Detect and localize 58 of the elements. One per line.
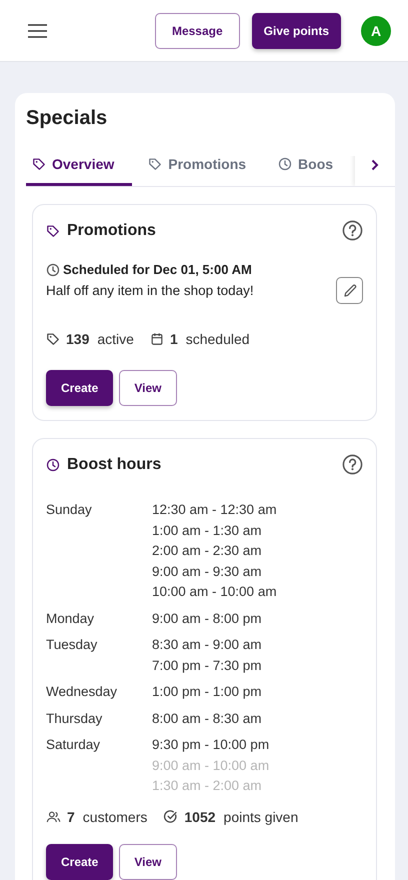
time-range: 1:30 am - 2:00 am <box>152 777 263 795</box>
message-button[interactable]: Message <box>154 12 240 48</box>
time-range: 9:00 am - 8:00 pm <box>152 610 263 628</box>
time-range: 9:30 pm - 10:00 pm <box>152 736 270 754</box>
time-range: 10:00 am - 10:00 am <box>152 583 278 601</box>
view-button[interactable]: View <box>119 844 176 880</box>
stat-count: 1 <box>170 331 178 347</box>
day-label: Sunday <box>46 501 93 519</box>
stat-count: 7 <box>67 808 75 824</box>
menu-icon[interactable] <box>28 24 47 38</box>
avatar[interactable]: A <box>361 16 391 46</box>
stat-count: 1052 <box>184 808 216 824</box>
time-range: 1:00 am - 1:30 am <box>152 522 263 540</box>
time-range: 2:00 am - 2:30 am <box>152 542 263 560</box>
promotion-message: Half off any item in the shop today! <box>46 283 254 298</box>
pencil-icon <box>342 284 356 298</box>
help-icon[interactable] <box>342 220 363 241</box>
page-title: Specials <box>26 107 108 130</box>
stat-label: customers <box>82 808 148 824</box>
check-circle-icon <box>163 809 178 824</box>
tag-icon <box>46 224 60 238</box>
day-label: Thursday <box>46 710 104 728</box>
time-range: 7:00 pm - 7:30 pm <box>152 656 263 675</box>
tag-icon <box>32 157 46 171</box>
calendar-icon <box>150 332 164 346</box>
stat-label: points given <box>224 808 298 824</box>
view-button[interactable]: View <box>119 370 176 406</box>
time-range: 8:30 am - 9:00 am <box>152 636 263 654</box>
time-range: 9:00 am - 9:30 am <box>152 562 263 580</box>
tag-icon <box>46 332 60 346</box>
tab[interactable]: Overview <box>26 156 132 186</box>
give-points-button[interactable]: Give points <box>252 12 341 48</box>
schedule-text: Scheduled for Dec 01, 5:00 AM <box>63 262 252 277</box>
tab[interactable]: Promotions <box>132 156 262 186</box>
create-button[interactable]: Create <box>46 844 114 880</box>
people-icon <box>46 810 61 824</box>
edit-button[interactable] <box>336 277 363 304</box>
card-title: Promotions <box>67 222 157 240</box>
time-range: 1:00 pm - 1:00 pm <box>152 683 263 701</box>
clock-icon <box>46 262 60 276</box>
clock-icon <box>278 157 292 171</box>
stat-count: 139 <box>66 331 90 347</box>
tag-icon <box>148 157 162 171</box>
clock-icon <box>46 458 60 472</box>
day-label: Tuesday <box>46 636 98 654</box>
help-icon[interactable] <box>342 454 363 475</box>
create-button[interactable]: Create <box>46 370 114 406</box>
day-label: Monday <box>46 610 96 628</box>
day-label: Saturday <box>46 736 102 754</box>
time-range: 8:00 am - 8:30 am <box>152 710 263 728</box>
stat-label: scheduled <box>186 331 250 347</box>
time-range: 12:30 am - 12:30 am <box>152 501 278 519</box>
chevron-right-icon <box>371 159 379 171</box>
time-range: 9:00 am - 10:00 am <box>152 756 270 774</box>
stat-label: active <box>97 331 134 347</box>
card-title: Boost hours <box>67 456 162 474</box>
day-label: Wednesday <box>46 683 118 701</box>
tab[interactable]: Boos <box>262 156 350 186</box>
